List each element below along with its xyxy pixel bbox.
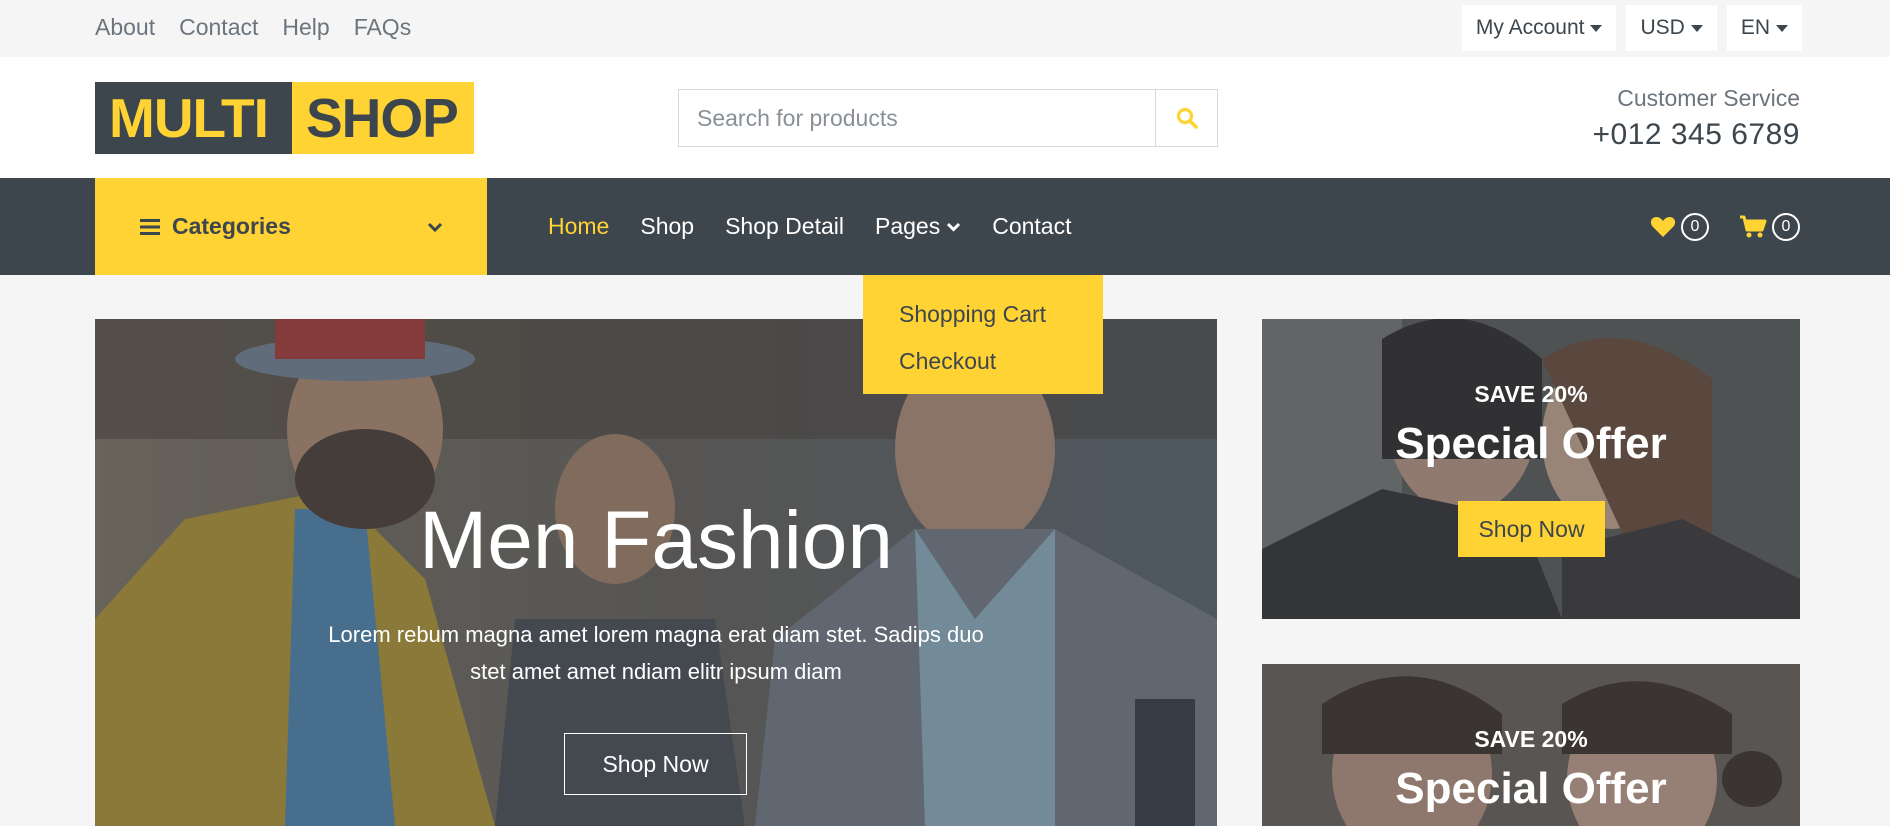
- shopping-cart-icon: [1740, 215, 1767, 237]
- search-icon: [1176, 107, 1198, 129]
- nav-link-shop-detail[interactable]: Shop Detail: [725, 213, 844, 240]
- offer-card-1: SAVE 20% Special Offer Shop Now: [1262, 319, 1800, 619]
- chevron-down-icon: [427, 222, 443, 232]
- pages-dropdown-menu: Shopping Cart Checkout: [863, 275, 1103, 394]
- dropdown-item-shopping-cart[interactable]: Shopping Cart: [863, 291, 1103, 338]
- hero-title: Men Fashion: [418, 495, 894, 586]
- customer-service-label: Customer Service: [1617, 85, 1800, 111]
- logo-part-2: SHOP: [292, 82, 474, 154]
- logo-part-1: MULTI: [95, 82, 292, 154]
- dropdown-item-checkout[interactable]: Checkout: [863, 338, 1103, 385]
- my-account-dropdown[interactable]: My Account: [1461, 5, 1617, 51]
- wishlist-button[interactable]: 0: [1650, 212, 1709, 241]
- search-button[interactable]: [1155, 90, 1217, 146]
- caret-down-icon: [1776, 24, 1788, 32]
- offer-save-label-2: SAVE 20%: [1474, 726, 1588, 752]
- top-link-about[interactable]: About: [95, 14, 155, 41]
- offer-title-2: Special Offer: [1395, 764, 1667, 813]
- top-links: About Contact Help FAQs: [95, 14, 435, 41]
- currency-dropdown[interactable]: USD: [1626, 5, 1717, 51]
- offer-title-1: Special Offer: [1395, 419, 1667, 468]
- offer-card-2: SAVE 20% Special Offer: [1262, 664, 1800, 826]
- header: MULTI SHOP Customer Service +012 345 678…: [0, 57, 1890, 178]
- bars-icon: [140, 218, 160, 235]
- nav-link-pages[interactable]: Pages: [875, 213, 961, 240]
- offer-save-label-1: SAVE 20%: [1474, 381, 1588, 407]
- categories-label: Categories: [172, 213, 291, 239]
- nav-link-contact[interactable]: Contact: [992, 213, 1071, 240]
- main-nav: Categories Home Shop Shop Detail Pages C…: [0, 178, 1890, 275]
- nav-links: Home Shop Shop Detail Pages Contact: [548, 178, 1102, 275]
- top-link-help[interactable]: Help: [282, 14, 329, 41]
- chevron-down-icon: [947, 222, 961, 232]
- currency-label: USD: [1640, 16, 1685, 39]
- customer-service: Customer Service +012 345 6789: [1592, 85, 1800, 152]
- top-link-contact[interactable]: Contact: [179, 14, 258, 41]
- nav-icons: 0 0: [1650, 178, 1800, 275]
- language-label: EN: [1740, 16, 1770, 39]
- wishlist-count-badge: 0: [1681, 212, 1709, 241]
- top-dropdowns: My Account USD EN: [1461, 5, 1802, 51]
- customer-service-phone: +012 345 6789: [1592, 118, 1800, 151]
- language-dropdown[interactable]: EN: [1726, 5, 1802, 51]
- nav-link-pages-label: Pages: [875, 213, 941, 239]
- heart-icon: [1650, 216, 1676, 237]
- top-link-faqs[interactable]: FAQs: [354, 14, 412, 41]
- categories-toggle[interactable]: Categories: [95, 178, 487, 275]
- hero-carousel: Men Fashion Lorem rebum magna amet lorem…: [95, 319, 1217, 826]
- offer-shop-now-button-1[interactable]: Shop Now: [1458, 501, 1605, 557]
- cart-button[interactable]: 0: [1739, 212, 1800, 241]
- logo[interactable]: MULTI SHOP: [95, 82, 474, 154]
- search-input[interactable]: [679, 90, 1155, 146]
- cart-count-badge: 0: [1772, 212, 1800, 241]
- search-bar: [678, 89, 1218, 147]
- nav-link-home[interactable]: Home: [548, 213, 609, 240]
- nav-link-shop[interactable]: Shop: [640, 213, 694, 240]
- caret-down-icon: [1590, 24, 1603, 32]
- my-account-label: My Account: [1475, 16, 1585, 39]
- hero-description: Lorem rebum magna amet lorem magna erat …: [328, 622, 984, 684]
- top-bar: About Contact Help FAQs My Account USD E…: [0, 0, 1890, 57]
- hero-shop-now-button[interactable]: Shop Now: [564, 733, 747, 795]
- caret-down-icon: [1690, 24, 1703, 32]
- offer-overlay-1: [1262, 319, 1800, 619]
